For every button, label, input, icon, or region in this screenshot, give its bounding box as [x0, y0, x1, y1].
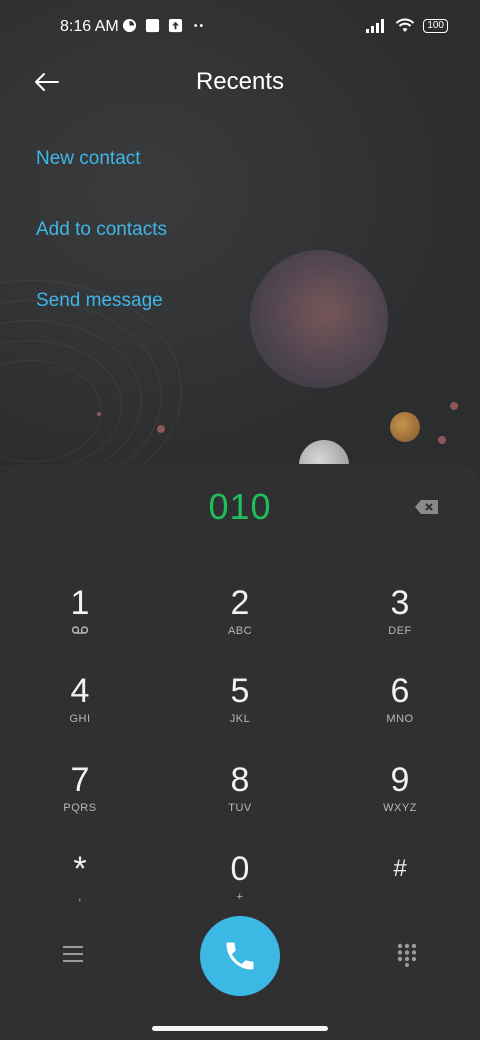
key-letters: ABC — [227, 625, 253, 637]
key-digit: 1 — [70, 584, 90, 622]
key-7[interactable]: 7 PQRS — [20, 760, 140, 840]
key-2[interactable]: 2 ABC — [180, 583, 300, 663]
key-letters: + — [236, 891, 244, 903]
home-indicator[interactable] — [152, 1026, 328, 1031]
key-digit: 7 — [70, 761, 90, 799]
add-to-contacts-link[interactable]: Add to contacts — [36, 219, 167, 241]
key-digit: # — [393, 855, 407, 882]
status-system-icons: 100 — [365, 18, 448, 34]
key-digit: 2 — [230, 584, 250, 622]
key-letters: MNO — [386, 713, 414, 725]
key-3[interactable]: 3 DEF — [340, 583, 460, 663]
menu-button[interactable] — [62, 944, 84, 964]
voicemail-icon — [71, 626, 89, 634]
wallpaper-dot — [450, 402, 458, 410]
status-bar: 8:16 AM 100 — [0, 0, 480, 56]
more-notifications-icon — [194, 24, 203, 27]
key-digit: 3 — [390, 584, 410, 622]
key-letters: TUV — [228, 802, 252, 814]
status-notification-icons — [122, 18, 206, 33]
wallpaper-dot — [97, 412, 101, 416]
wallpaper-dot — [438, 436, 446, 444]
key-digit: 5 — [230, 672, 250, 710]
key-letters: GHI — [69, 713, 91, 725]
key-4[interactable]: 4 GHI — [20, 671, 140, 751]
backspace-button[interactable] — [414, 498, 440, 516]
key-letters: JKL — [229, 713, 251, 725]
key-letters: WXYZ — [383, 802, 417, 814]
page-title: Recents — [195, 68, 285, 95]
key-5[interactable]: 5 JKL — [180, 671, 300, 751]
key-digit: 8 — [230, 761, 250, 799]
wallpaper-dot — [157, 425, 165, 433]
status-time: 8:16 AM — [60, 18, 119, 35]
menu-icon — [63, 946, 83, 962]
key-letters: , — [78, 891, 82, 903]
key-letters: DEF — [388, 625, 412, 637]
key-digit: 0 — [230, 850, 250, 888]
key-6[interactable]: 6 MNO — [340, 671, 460, 751]
data-saver-icon — [122, 18, 137, 33]
key-star[interactable]: * , — [20, 849, 140, 929]
top-app-bar: Recents — [0, 56, 480, 108]
key-digit: 6 — [390, 672, 410, 710]
dialed-number: 010 — [208, 486, 272, 527]
key-9[interactable]: 9 WXYZ — [340, 760, 460, 840]
key-8[interactable]: 8 TUV — [180, 760, 300, 840]
signal-icon — [366, 19, 385, 33]
dialpad-icon — [397, 943, 417, 967]
notification-square-icon — [145, 18, 160, 33]
phone-icon — [226, 942, 254, 970]
key-digit: 4 — [70, 672, 90, 710]
wallpaper-planet-small — [390, 412, 420, 442]
wifi-icon — [396, 18, 415, 32]
key-hash[interactable]: # — [340, 849, 460, 929]
key-1[interactable]: 1 — [20, 583, 140, 663]
wallpaper-planet — [250, 250, 388, 388]
call-button[interactable] — [200, 916, 280, 996]
new-contact-link[interactable]: New contact — [36, 148, 141, 170]
dialpad-toggle-button[interactable] — [396, 943, 418, 967]
key-digit: * — [73, 850, 87, 888]
backspace-icon — [415, 500, 438, 514]
key-letters: PQRS — [63, 802, 97, 814]
send-message-link[interactable]: Send message — [36, 290, 163, 312]
battery-indicator: 100 — [423, 19, 448, 33]
key-digit: 9 — [390, 761, 410, 799]
upload-icon — [168, 18, 183, 33]
